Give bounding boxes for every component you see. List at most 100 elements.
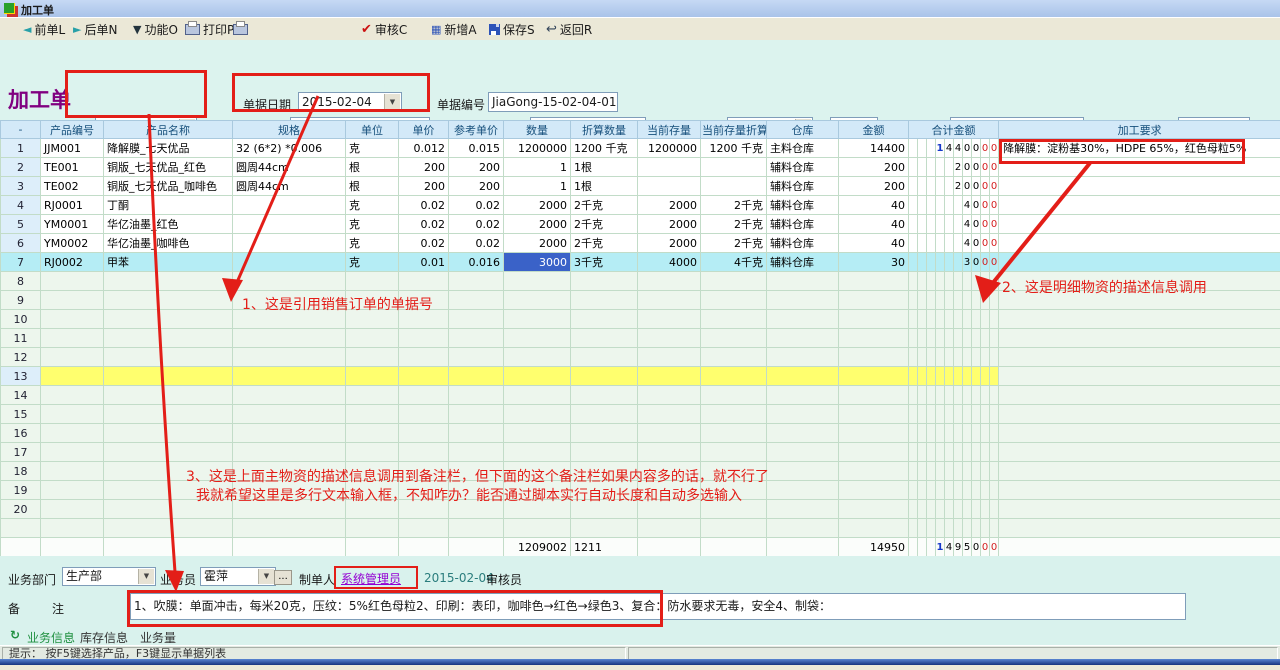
cell-code[interactable] — [41, 367, 104, 386]
cell-spec[interactable]: 圆周44cm — [233, 158, 346, 177]
cell-stockconv[interactable] — [701, 367, 767, 386]
cell-amt[interactable] — [839, 310, 909, 329]
cell-unit[interactable] — [346, 443, 399, 462]
cell-price[interactable]: 0.02 — [399, 196, 449, 215]
cell-spec[interactable] — [233, 272, 346, 291]
cell-name[interactable] — [104, 424, 233, 443]
cell-stock[interactable] — [638, 272, 701, 291]
cell-stockconv[interactable]: 2千克 — [701, 234, 767, 253]
grid-header-13[interactable]: 合计金额 — [909, 121, 999, 139]
cell-name[interactable] — [104, 519, 233, 538]
grid-row-6[interactable]: 6YM0002华亿油墨_咖啡色克0.020.0220002千克20002千克辅料… — [1, 234, 1280, 253]
cell-wh[interactable] — [767, 291, 839, 310]
cell-name[interactable] — [104, 310, 233, 329]
cell-wh[interactable] — [767, 310, 839, 329]
row-number-cell[interactable]: 8 — [1, 272, 41, 291]
cell-conv[interactable]: 1根 — [571, 158, 638, 177]
cell-stock[interactable] — [638, 424, 701, 443]
cell-code[interactable] — [41, 348, 104, 367]
cell-qty[interactable] — [504, 386, 571, 405]
cell-process-requirement[interactable] — [999, 481, 1280, 500]
cell-stockconv[interactable] — [701, 519, 767, 538]
cell-name[interactable]: 华亿油墨_红色 — [104, 215, 233, 234]
cell-process-requirement[interactable] — [999, 519, 1280, 538]
cell-price[interactable]: 0.012 — [399, 139, 449, 158]
cell-ref[interactable] — [449, 424, 504, 443]
cell-qty[interactable]: 3000 — [504, 253, 571, 272]
cell-name[interactable] — [104, 348, 233, 367]
cell-code[interactable]: YM0002 — [41, 234, 104, 253]
cell-stock[interactable] — [638, 348, 701, 367]
grid-row-2[interactable]: 2TE001铜版_七天优品_红色圆周44cm根20020011根辅料仓库2002… — [1, 158, 1280, 177]
cell-conv[interactable] — [571, 405, 638, 424]
cell-wh[interactable] — [767, 348, 839, 367]
cell-code[interactable] — [41, 481, 104, 500]
cell-ref[interactable]: 0.02 — [449, 196, 504, 215]
cell-conv[interactable] — [571, 329, 638, 348]
doc-date-combo[interactable]: 2015-02-04 ▼ — [298, 92, 402, 112]
cell-stockconv[interactable] — [701, 291, 767, 310]
cell-wh[interactable]: 辅料仓库 — [767, 177, 839, 196]
cell-ref[interactable]: 200 — [449, 177, 504, 196]
cell-qty[interactable] — [504, 519, 571, 538]
cell-name[interactable]: 降解膜_七天优品 — [104, 139, 233, 158]
cell-amt[interactable]: 40 — [839, 215, 909, 234]
cell-amt[interactable] — [839, 481, 909, 500]
row-number-cell[interactable]: 12 — [1, 348, 41, 367]
tab-stock-info[interactable]: 库存信息 — [80, 629, 128, 646]
cell-wh[interactable]: 辅料仓库 — [767, 158, 839, 177]
grid-row-15[interactable]: 15 — [1, 405, 1280, 424]
cell-code[interactable] — [41, 405, 104, 424]
cell-code[interactable] — [41, 500, 104, 519]
cell-name[interactable] — [104, 386, 233, 405]
cell-stock[interactable] — [638, 386, 701, 405]
clerk-combo[interactable]: 霍萍 ▼ — [200, 567, 276, 586]
grid-row-14[interactable]: 14 — [1, 386, 1280, 405]
cell-unit[interactable]: 克 — [346, 139, 399, 158]
cell-stock[interactable] — [638, 405, 701, 424]
cell-process-requirement[interactable] — [999, 177, 1280, 196]
cell-wh[interactable] — [767, 462, 839, 481]
grid-header-3[interactable]: 规格 — [233, 121, 346, 139]
cell-stock[interactable] — [638, 177, 701, 196]
cell-qty[interactable] — [504, 291, 571, 310]
cell-spec[interactable]: 圆周44cm — [233, 177, 346, 196]
cell-unit[interactable] — [346, 405, 399, 424]
grid-row-3[interactable]: 3TE002铜版_七天优品_咖啡色圆周44cm根20020011根辅料仓库200… — [1, 177, 1280, 196]
cell-ref[interactable] — [449, 348, 504, 367]
cell-spec[interactable] — [233, 215, 346, 234]
row-number-cell[interactable]: 19 — [1, 481, 41, 500]
grid-row-4[interactable]: 4RJ0001丁酮克0.020.0220002千克20002千克辅料仓库4040… — [1, 196, 1280, 215]
cell-qty[interactable] — [504, 272, 571, 291]
cell-amt[interactable] — [839, 348, 909, 367]
cell-code[interactable]: RJ0001 — [41, 196, 104, 215]
save-button[interactable]: 保存S — [486, 20, 538, 38]
cell-wh[interactable]: 辅料仓库 — [767, 215, 839, 234]
tab-business-info[interactable]: 业务信息 — [27, 629, 75, 646]
cell-stock[interactable] — [638, 367, 701, 386]
cell-stockconv[interactable] — [701, 443, 767, 462]
cell-name[interactable] — [104, 291, 233, 310]
tab-business-volume[interactable]: 业务量 — [140, 629, 176, 646]
cell-qty[interactable] — [504, 367, 571, 386]
cell-name[interactable] — [104, 272, 233, 291]
cell-qty[interactable]: 1 — [504, 158, 571, 177]
cell-process-requirement[interactable] — [999, 424, 1280, 443]
cell-code[interactable]: JJM001 — [41, 139, 104, 158]
cell-amt[interactable] — [839, 291, 909, 310]
cell-price[interactable] — [399, 272, 449, 291]
grid-header-1[interactable]: 产品编号 — [41, 121, 104, 139]
cell-qty[interactable]: 2000 — [504, 234, 571, 253]
cell-amt[interactable] — [839, 386, 909, 405]
cell-stockconv[interactable] — [701, 424, 767, 443]
cell-ref[interactable] — [449, 272, 504, 291]
cell-name[interactable] — [104, 405, 233, 424]
chevron-down-icon[interactable]: ▼ — [384, 94, 400, 110]
cell-conv[interactable]: 2千克 — [571, 234, 638, 253]
refresh-icon[interactable]: ↻ — [10, 628, 20, 642]
cell-name[interactable]: 丁酮 — [104, 196, 233, 215]
cell-conv[interactable] — [571, 443, 638, 462]
cell-stockconv[interactable]: 4千克 — [701, 253, 767, 272]
grid-row-13[interactable]: 13 — [1, 367, 1280, 386]
audit-button[interactable]: ✔ 审核C — [358, 20, 410, 38]
